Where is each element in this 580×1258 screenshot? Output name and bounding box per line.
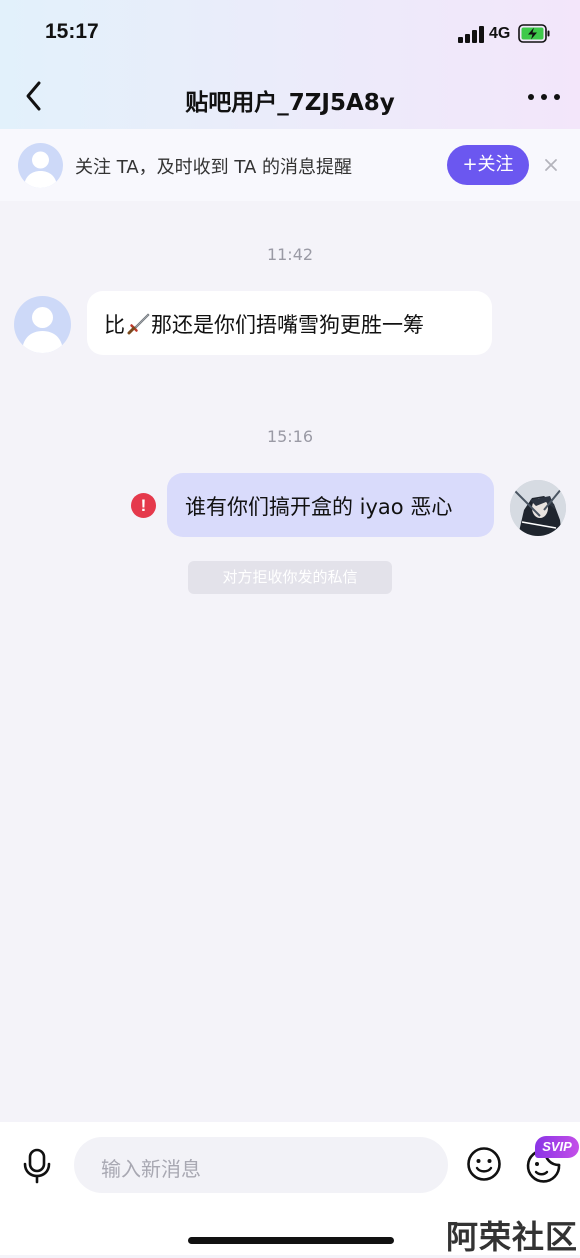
system-notice: 对方拒收你发的私信 bbox=[188, 561, 392, 594]
incoming-message-bubble[interactable]: 比 那还是你们捂嘴雪狗更胜一筹 bbox=[87, 291, 492, 355]
message-text: 比 那还是你们捂嘴雪狗更胜一筹 bbox=[104, 313, 424, 337]
signal-icon bbox=[458, 26, 484, 43]
emoji-icon[interactable] bbox=[466, 1146, 502, 1182]
anime-character-avatar-image bbox=[510, 480, 566, 536]
status-time: 15:17 bbox=[45, 20, 99, 43]
message-input-placeholder: 输入新消息 bbox=[101, 1157, 201, 1181]
microphone-icon[interactable] bbox=[20, 1147, 54, 1185]
status-bar: 15:17 4G bbox=[0, 0, 580, 64]
user-avatar[interactable] bbox=[18, 143, 63, 188]
default-avatar-icon bbox=[24, 151, 57, 188]
chat-title: 贴吧用户_7ZJ5A8y bbox=[185, 90, 395, 116]
message-input[interactable]: 输入新消息 bbox=[74, 1137, 448, 1193]
watermark: 阿荣社区 bbox=[446, 1218, 579, 1256]
more-options-icon[interactable] bbox=[526, 91, 562, 103]
message-timestamp: 15:16 bbox=[266, 427, 314, 446]
follow-button[interactable]: +关注 bbox=[447, 145, 529, 185]
follow-banner: 关注 TA，及时收到 TA 的消息提醒 +关注 bbox=[0, 129, 580, 201]
home-indicator[interactable] bbox=[188, 1237, 394, 1244]
default-avatar-icon bbox=[22, 307, 63, 353]
message-text: 谁有你们搞开盒的 iyao 恶心 bbox=[185, 495, 453, 519]
message-timestamp: 11:42 bbox=[266, 245, 314, 264]
send-failed-icon[interactable]: ! bbox=[131, 493, 156, 518]
outgoing-message-bubble[interactable]: 谁有你们搞开盒的 iyao 恶心 bbox=[167, 473, 494, 537]
close-icon[interactable] bbox=[541, 155, 561, 175]
battery-charging-icon bbox=[518, 24, 550, 43]
sword-emoji-icon bbox=[127, 313, 150, 335]
follow-banner-text: 关注 TA，及时收到 TA 的消息提醒 bbox=[75, 157, 352, 178]
nav-bar: 贴吧用户_7ZJ5A8y bbox=[0, 64, 580, 128]
network-label: 4G bbox=[489, 25, 511, 42]
svip-badge: SVIP bbox=[535, 1136, 579, 1158]
sender-avatar[interactable] bbox=[14, 296, 71, 353]
my-avatar[interactable] bbox=[510, 480, 566, 536]
